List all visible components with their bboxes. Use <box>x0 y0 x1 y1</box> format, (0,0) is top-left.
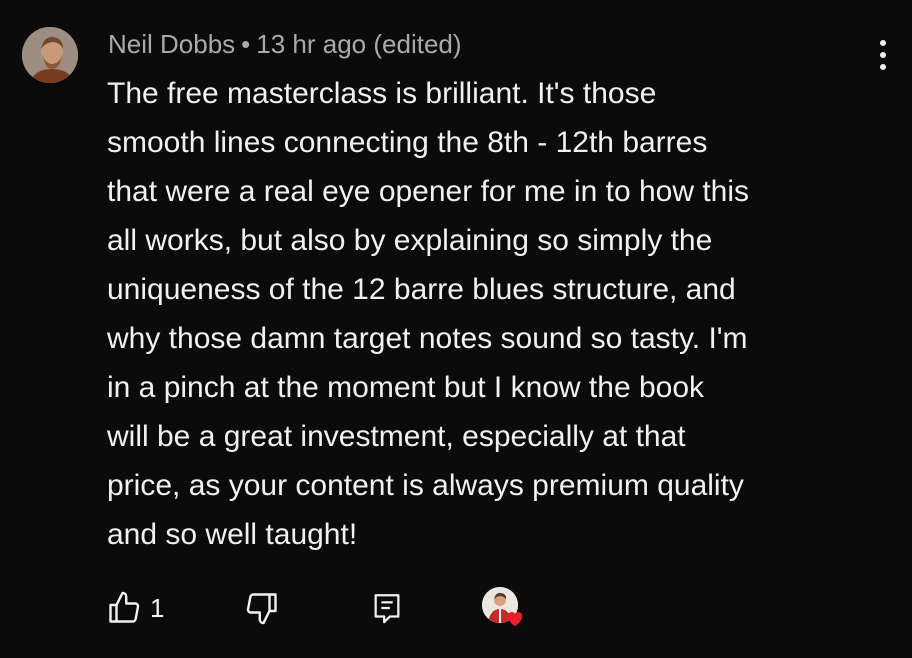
creator-heart-badge <box>482 587 526 631</box>
reply-button[interactable] <box>370 586 404 630</box>
comment-line: that were a real eye opener for me in to… <box>107 175 750 208</box>
dislike-button[interactable] <box>244 586 280 630</box>
comment-line: smooth lines connecting the 8th - 12th b… <box>107 126 708 159</box>
like-button[interactable]: 1 <box>106 586 164 630</box>
thumbs-up-icon <box>109 591 140 623</box>
comment-body: The free masterclass is brilliant. It's … <box>107 69 887 559</box>
user-avatar-icon <box>22 27 78 83</box>
comment-line: in a pinch at the moment but I know the … <box>107 371 705 404</box>
meta-separator: • <box>241 29 251 59</box>
comment-thread: Neil Dobbs • 13 hr ago (edited) The free m… <box>0 0 912 658</box>
comment-line: and so well taught! <box>107 518 358 551</box>
reply-comment-icon <box>374 594 400 624</box>
heart-icon <box>507 612 523 627</box>
author-name[interactable]: Neil Dobbs <box>108 29 235 59</box>
comment-line: all works, but also by explaining so sim… <box>107 224 713 257</box>
author-avatar[interactable] <box>22 27 78 83</box>
comment-line: uniqueness of the 12 barre blues structu… <box>107 273 736 306</box>
comment-line: The free masterclass is brilliant. It's … <box>107 77 657 110</box>
comment-line: will be a great investment, especially a… <box>107 420 686 453</box>
like-count: 1 <box>150 592 165 623</box>
comment-meta: Neil Dobbs • 13 hr ago (edited) <box>108 27 462 61</box>
thumbs-down-icon <box>246 593 277 625</box>
comment-line: price, as your content is always premium… <box>107 469 744 502</box>
comment-line: why those damn target notes sound so tas… <box>107 322 748 355</box>
comment-timestamp[interactable]: 13 hr ago (edited) <box>256 29 461 59</box>
